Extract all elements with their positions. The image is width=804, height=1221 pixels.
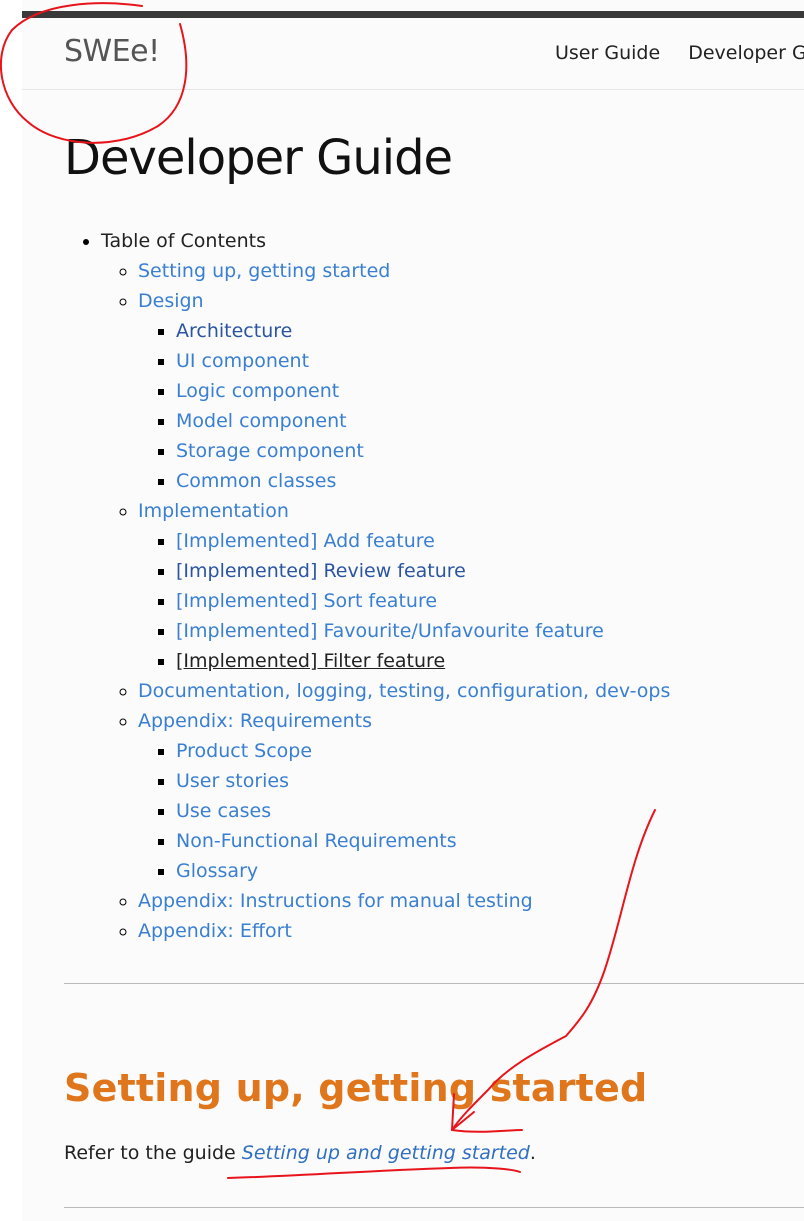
toc-item-design: Design Architecture UI component Logic comp… <box>138 286 670 496</box>
toc-sublist-appendix-requirements: Product Scope User stories Use cases Non-Fu… <box>138 736 670 886</box>
toc-link-implemented-favourite-unfavourite-feature[interactable]: [Implemented] Favourite/Unfavourite feat… <box>176 620 604 642</box>
toc-item-glossary: Glossary <box>176 856 670 886</box>
toc-link-implemented-sort-feature[interactable]: [Implemented] Sort feature <box>176 590 437 612</box>
site-brand-link[interactable]: SWEe! <box>64 34 160 69</box>
section-heading-setting-up: Setting up, getting started <box>64 1066 648 1110</box>
toc-link-implementation[interactable]: Implementation <box>138 500 289 522</box>
toc-link-common-classes[interactable]: Common classes <box>176 470 336 492</box>
nav-link-user-guide[interactable]: User Guide <box>555 42 660 64</box>
toc-link-appendix-instructions-for-manual-testing[interactable]: Appendix: Instructions for manual testin… <box>138 890 533 912</box>
toc-link-user-stories[interactable]: User stories <box>176 770 289 792</box>
navbar: SWEe! User Guide Developer Guide <box>22 18 804 90</box>
toc-item-logic-component: Logic component <box>176 376 670 406</box>
toc-item-appendix-requirements: Appendix: Requirements Product Scope User … <box>138 706 670 886</box>
toc-item-implemented-favourite-unfavourite-feature: [Implemented] Favourite/Unfavourite feat… <box>176 616 670 646</box>
toc-link-design[interactable]: Design <box>138 290 204 312</box>
toc-link-logic-component[interactable]: Logic component <box>176 380 339 402</box>
toc-link-appendix-effort[interactable]: Appendix: Effort <box>138 920 292 942</box>
toc-link-implemented-filter-feature[interactable]: [Implemented] Filter feature <box>176 650 445 672</box>
refer-text: Refer to the guide <box>64 1142 242 1164</box>
toc-link-storage-component[interactable]: Storage component <box>176 440 364 462</box>
divider-bottom <box>64 1207 804 1208</box>
nav-links: User Guide Developer Guide <box>555 42 804 64</box>
nav-link-developer-guide[interactable]: Developer Guide <box>688 42 804 64</box>
top-bar <box>22 11 804 18</box>
toc-link-architecture[interactable]: Architecture <box>176 320 292 342</box>
refer-text-end: . <box>529 1142 536 1164</box>
toc-link-glossary[interactable]: Glossary <box>176 860 258 882</box>
toc-item-common-classes: Common classes <box>176 466 670 496</box>
toc-item-use-cases: Use cases <box>176 796 670 826</box>
toc-item-implemented-filter-feature: [Implemented] Filter feature <box>176 646 670 676</box>
toc-link-setting-up-getting-started[interactable]: Setting up, getting started <box>138 260 390 282</box>
toc-item-user-stories: User stories <box>176 766 670 796</box>
toc-item-ui-component: UI component <box>176 346 670 376</box>
toc-item-implemented-sort-feature: [Implemented] Sort feature <box>176 586 670 616</box>
toc-sublist-implementation: [Implemented] Add feature [Implemented] R… <box>138 526 670 676</box>
toc-item-architecture: Architecture <box>176 316 670 346</box>
toc-label: Table of Contents <box>101 230 266 252</box>
toc-item-product-scope: Product Scope <box>176 736 670 766</box>
toc-link-product-scope[interactable]: Product Scope <box>176 740 312 762</box>
toc-item-appendix-instructions-for-manual-testing: Appendix: Instructions for manual testin… <box>138 886 670 916</box>
toc-link-model-component[interactable]: Model component <box>176 410 347 432</box>
toc-link-implemented-review-feature[interactable]: [Implemented] Review feature <box>176 560 466 582</box>
toc-link-non-functional-requirements[interactable]: Non-Functional Requirements <box>176 830 457 852</box>
toc-link-appendix-requirements[interactable]: Appendix: Requirements <box>138 710 372 732</box>
page-title: Developer Guide <box>64 130 453 186</box>
divider-top <box>64 983 804 984</box>
toc-link-ui-component[interactable]: UI component <box>176 350 309 372</box>
toc-item-appendix-effort: Appendix: Effort <box>138 916 670 946</box>
toc-sublist-design: Architecture UI component Logic component M… <box>138 316 670 496</box>
toc-item-non-functional-requirements: Non-Functional Requirements <box>176 826 670 856</box>
toc-item-documentation-logging-testing-configuration-dev-ops: Documentation, logging, testing, configu… <box>138 676 670 706</box>
toc-root: Table of Contents Setting up, getting st… <box>101 226 670 946</box>
toc-item-implementation: Implementation[Implemented] Add feature[… <box>138 496 670 676</box>
toc-item-model-component: Model component <box>176 406 670 436</box>
page: SWEe! User Guide Developer Guide Develop… <box>22 0 804 1221</box>
toc-item-implemented-review-feature: [Implemented] Review feature <box>176 556 670 586</box>
toc-link-use-cases[interactable]: Use cases <box>176 800 271 822</box>
refer-paragraph: Refer to the guide Setting up and gettin… <box>64 1142 536 1164</box>
toc-link-implemented-add-feature[interactable]: [Implemented] Add feature <box>176 530 435 552</box>
toc-link-documentation-logging-testing-configuration-dev-ops[interactable]: Documentation, logging, testing, configu… <box>138 680 670 702</box>
toc-item-storage-component: Storage component <box>176 436 670 466</box>
setting-up-guide-link[interactable]: Setting up and getting started <box>242 1142 530 1164</box>
table-of-contents: Table of Contents Setting up, getting st… <box>64 226 670 946</box>
toc-section-list: Setting up, getting started Design Archite… <box>101 256 670 946</box>
toc-item-implemented-add-feature: [Implemented] Add feature <box>176 526 670 556</box>
toc-item-setting-up-getting-started: Setting up, getting started <box>138 256 670 286</box>
